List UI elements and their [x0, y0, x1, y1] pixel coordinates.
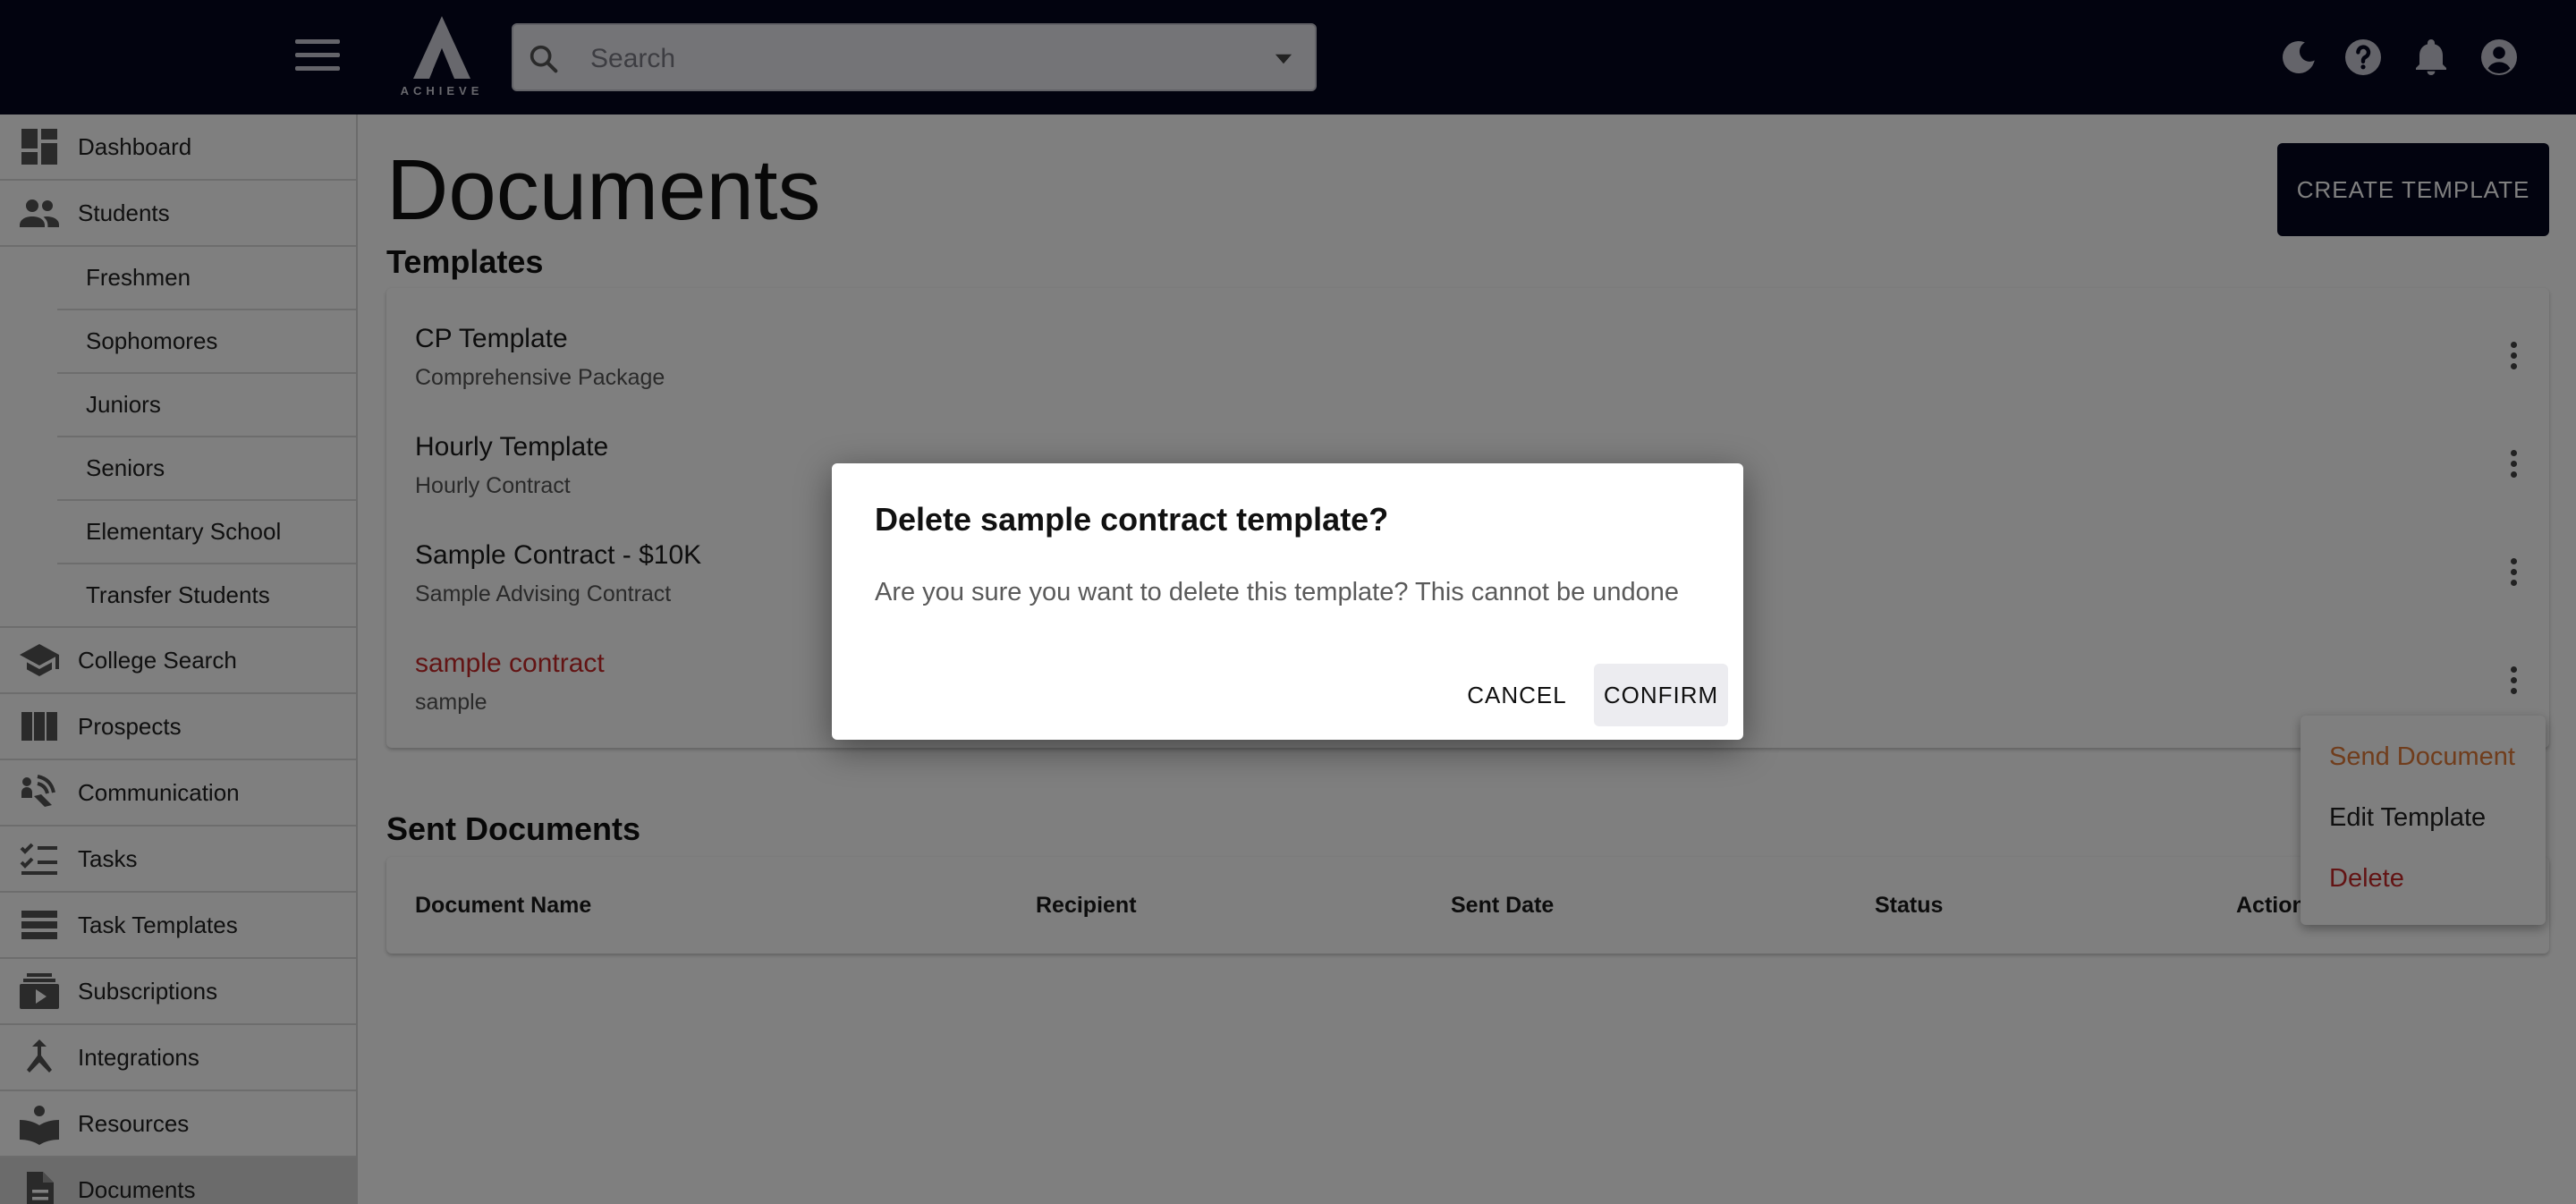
- delete-confirm-dialog: Delete sample contract template? Are you…: [832, 463, 1743, 740]
- confirm-button[interactable]: CONFIRM: [1594, 664, 1728, 726]
- dialog-message: Are you sure you want to delete this tem…: [875, 578, 1680, 606]
- cancel-button[interactable]: CANCEL: [1463, 664, 1571, 726]
- dialog-title: Delete sample contract template?: [875, 501, 1389, 538]
